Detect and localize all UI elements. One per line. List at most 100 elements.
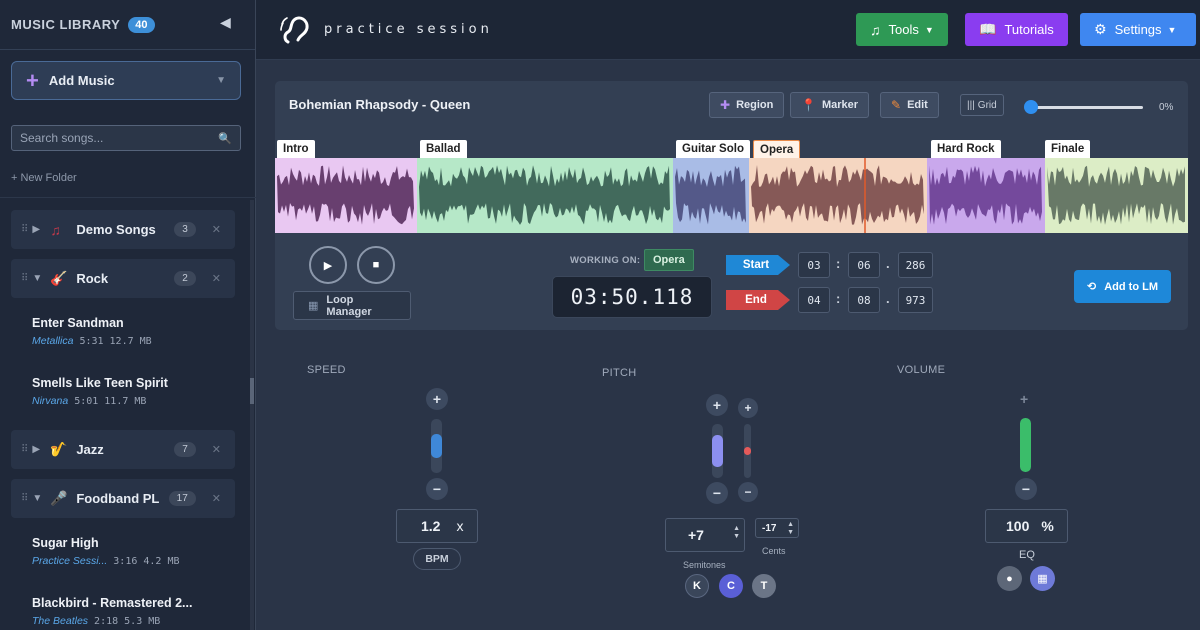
cents-slider-fill[interactable] (744, 447, 751, 455)
end-milliseconds-input[interactable]: 973 (898, 287, 933, 313)
waveform-svg[interactable] (275, 158, 1188, 233)
add-to-loop-manager-button[interactable]: ⟲ Add to LM (1074, 270, 1171, 303)
tone-mode-button[interactable]: T (752, 574, 776, 598)
settings-button[interactable]: ⚙ Settings ▼ (1080, 13, 1196, 46)
segment-label-intro[interactable]: Intro (277, 140, 315, 160)
key-mode-button[interactable]: K (685, 574, 709, 598)
folder-jazz[interactable]: ⠿ ▶ 🎷 Jazz 7 ✕ (11, 430, 235, 469)
speed-increase-button[interactable]: + (426, 388, 448, 410)
drag-handle-icon[interactable]: ⠿ (21, 493, 28, 504)
music-note-icon: ♫ (50, 221, 61, 238)
semitones-stepper-icon[interactable]: ▲ ▼ (733, 525, 740, 541)
loop-icon: ⟲ (1087, 281, 1097, 293)
song-item[interactable]: Smells Like Teen Spirit Nirvana 5:01 11.7… (32, 376, 168, 407)
volume-section-label: VOLUME (897, 364, 946, 376)
drag-handle-icon[interactable]: ⠿ (21, 444, 28, 455)
play-button[interactable]: ▶ (309, 246, 347, 284)
cents-increase-button[interactable]: + (738, 398, 758, 418)
tutorials-button[interactable]: 📖 Tutorials (965, 13, 1068, 46)
edit-button[interactable]: ✎ Edit (880, 92, 939, 118)
start-milliseconds-input[interactable]: 286 (898, 252, 933, 278)
end-seconds-input[interactable]: 08 (848, 287, 880, 313)
semitones-slider-fill[interactable] (712, 435, 723, 467)
speed-value-box[interactable]: 1.2 x (396, 509, 478, 543)
expand-icon[interactable]: ▶ (32, 224, 46, 235)
zoom-slider-thumb[interactable] (1024, 100, 1038, 114)
time-display: 03:50.118 (552, 276, 712, 318)
volume-decrease-button[interactable]: − (1015, 478, 1037, 500)
segment-label-ballad[interactable]: Ballad (420, 140, 467, 160)
volume-slider[interactable] (1020, 418, 1031, 472)
folder-rock[interactable]: ⠿ ▼ 🎸 Rock 2 ✕ (11, 259, 235, 298)
collapse-icon[interactable]: ▼ (32, 493, 46, 504)
cents-stepper-icon[interactable]: ▲ ▼ (787, 521, 794, 537)
song-title: Bohemian Rhapsody - Queen (289, 97, 471, 112)
grid-toggle[interactable]: ||| Grid (960, 94, 1004, 116)
drag-handle-icon[interactable]: ⠿ (21, 273, 28, 284)
search-input[interactable] (20, 131, 210, 145)
start-label: Start (742, 259, 770, 271)
segment-label-opera[interactable]: Opera (753, 140, 801, 160)
speed-decrease-button[interactable]: − (426, 478, 448, 500)
eq-toggle-button[interactable]: ● (997, 566, 1022, 591)
sidebar-scrollbar[interactable] (250, 200, 254, 630)
music-note-icon: ♫ (870, 21, 881, 38)
tools-button[interactable]: ♫ Tools ▼ (856, 13, 948, 46)
loop-manager-button[interactable]: ▦ Loop Manager (293, 291, 411, 320)
semitones-slider[interactable] (712, 424, 723, 478)
expand-icon[interactable]: ▶ (32, 444, 46, 455)
waveform[interactable] (275, 158, 1188, 233)
cents-slider[interactable] (744, 424, 751, 478)
bpm-button[interactable]: BPM (413, 548, 461, 570)
new-folder-button[interactable]: + New Folder (11, 172, 77, 184)
remove-folder-icon[interactable]: ✕ (212, 223, 221, 236)
song-artist: Metallica (32, 335, 74, 347)
region-button[interactable]: ✚ Region (709, 92, 785, 118)
sidebar-scrollbar-thumb[interactable] (250, 378, 254, 404)
collapse-sidebar-icon[interactable]: ◀ (220, 14, 231, 31)
folder-demo-songs[interactable]: ⠿ ▶ ♫ Demo Songs 3 ✕ (11, 210, 235, 249)
volume-value-box[interactable]: 100 % (985, 509, 1068, 543)
guitar-icon: 🎸 (50, 270, 68, 286)
start-minutes-input[interactable]: 03 (798, 252, 830, 278)
folder-name: Demo Songs (76, 222, 156, 237)
stop-button[interactable]: ■ (357, 246, 395, 284)
start-seconds-input[interactable]: 06 (848, 252, 880, 278)
folder-count: 17 (168, 491, 196, 506)
semitones-decrease-button[interactable]: − (706, 482, 728, 504)
segment-label-guitar-solo[interactable]: Guitar Solo (676, 140, 750, 160)
segment-label-finale[interactable]: Finale (1045, 140, 1091, 160)
eq-settings-button[interactable]: ▦ (1030, 566, 1055, 591)
time-separator: . (886, 256, 890, 271)
segment-label-hard-rock[interactable]: Hard Rock (931, 140, 1001, 160)
song-item[interactable]: Blackbird - Remastered 2... The Beatles 2… (32, 596, 192, 627)
remove-folder-icon[interactable]: ✕ (212, 443, 221, 456)
zoom-slider-track[interactable] (1030, 106, 1143, 109)
marker-button[interactable]: 📍 Marker (790, 92, 870, 118)
collapse-icon[interactable]: ▼ (32, 273, 46, 284)
speed-slider-fill[interactable] (431, 434, 442, 458)
cents-value-box[interactable]: -17 ▲ ▼ (755, 518, 799, 538)
folder-foodband-pl[interactable]: ⠿ ▼ 🎤 Foodband PL 17 ✕ (11, 479, 235, 518)
top-bar: practice session ♫ Tools ▼ 📖 Tutorials ⚙… (256, 0, 1200, 60)
semitones-value-box[interactable]: +7 ▲ ▼ (665, 518, 745, 552)
end-minutes-input[interactable]: 04 (798, 287, 830, 313)
remove-folder-icon[interactable]: ✕ (212, 272, 221, 285)
remove-folder-icon[interactable]: ✕ (212, 492, 221, 505)
app-logo[interactable]: practice session (280, 12, 493, 46)
volume-increase-button[interactable]: + (1020, 391, 1028, 407)
search-box: 🔍 (11, 125, 241, 151)
cents-mode-button[interactable]: C (719, 574, 743, 598)
edit-label: Edit (907, 99, 928, 111)
add-music-button[interactable]: + Add Music ▼ (11, 61, 241, 100)
speed-slider[interactable] (431, 419, 442, 473)
song-item[interactable]: Sugar High Practice Sessi... 3:16 4.2 MB (32, 536, 180, 567)
search-icon[interactable]: 🔍 (218, 132, 232, 145)
semitones-label: Semitones (683, 560, 726, 570)
drag-handle-icon[interactable]: ⠿ (21, 224, 28, 235)
volume-slider-fill[interactable] (1020, 418, 1031, 472)
chevron-down-icon: ▼ (1167, 24, 1177, 35)
semitones-increase-button[interactable]: + (706, 394, 728, 416)
song-item[interactable]: Enter Sandman Metallica 5:31 12.7 MB (32, 316, 152, 347)
cents-decrease-button[interactable]: − (738, 482, 758, 502)
